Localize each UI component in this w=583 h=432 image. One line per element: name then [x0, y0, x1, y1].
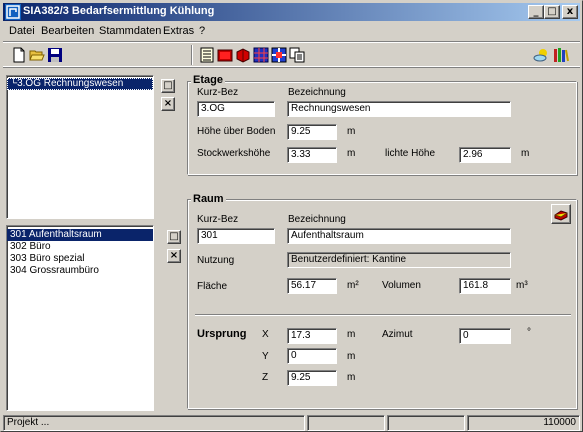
z-unit: m [347, 372, 356, 383]
toolbar [3, 41, 580, 67]
new-icon: □ [163, 80, 173, 91]
list-item[interactable]: └3.OG Rechnungswesen [7, 78, 153, 90]
raum-list[interactable]: 301 Aufenthaltsraum 302 Büro 303 Büro sp… [6, 225, 154, 411]
menu-stammdaten[interactable]: Stammdaten [99, 25, 161, 37]
delete-etage-button[interactable]: × [161, 97, 175, 111]
y-unit: m [347, 351, 356, 362]
stockwerk-input[interactable]: 3.33 [287, 147, 337, 163]
etagen-list[interactable]: └3.OG Rechnungswesen [6, 75, 154, 219]
lichte-label: lichte Höhe [385, 148, 436, 159]
books-icon[interactable] [553, 47, 569, 63]
delete-raum-button[interactable]: × [167, 249, 181, 263]
list-item[interactable]: 302 Büro [7, 241, 153, 253]
maximize-button[interactable]: □ [544, 5, 560, 19]
minimize-button[interactable]: _ [528, 5, 544, 19]
menu-bar: Datei Bearbeiten Stammdaten Extras ? [3, 22, 580, 40]
save-icon[interactable] [47, 47, 63, 63]
flaeche-unit: m² [347, 280, 359, 291]
y-label: Y [262, 351, 269, 362]
maximize-icon: □ [547, 6, 557, 17]
ursprung-label: Ursprung [197, 328, 247, 340]
raum-title: Raum [191, 193, 226, 205]
etage-kurzbez-label: Kurz-Bez [197, 87, 239, 98]
list-item[interactable]: 303 Büro spezial [7, 253, 153, 265]
new-etage-button[interactable]: □ [161, 79, 175, 93]
etage-bezeichnung-label: Bezeichnung [288, 87, 346, 98]
flaeche-label: Fläche [197, 281, 228, 292]
status-panel-empty [387, 415, 465, 431]
nutzung-label: Nutzung [197, 255, 235, 266]
grid-blue-icon[interactable] [253, 47, 269, 63]
open-folder-icon[interactable] [29, 47, 45, 63]
azimut-label: Azimut [382, 329, 413, 340]
z-label: Z [262, 372, 269, 383]
y-input[interactable]: 0 [287, 348, 337, 364]
lichte-input[interactable]: 2.96 [459, 147, 511, 163]
volumen-input[interactable]: 161.8 [459, 278, 511, 294]
stockwerk-unit: m [347, 148, 356, 159]
lichte-unit: m [521, 148, 530, 159]
eraser-icon [554, 210, 568, 221]
raum-kurzbez-label: Kurz-Bez [197, 214, 239, 225]
menu-extras[interactable]: Extras [163, 25, 194, 37]
delete-icon: × [163, 98, 173, 109]
building-red-icon[interactable] [217, 47, 233, 63]
title-bar[interactable]: SIA382/3 Bedarfsermittlung Kühlung _ □ x [3, 3, 580, 21]
menu-datei[interactable]: Datei [9, 25, 35, 37]
new-file-icon[interactable] [11, 47, 27, 63]
app-window: SIA382/3 Bedarfsermittlung Kühlung _ □ x… [0, 0, 583, 432]
app-icon[interactable] [5, 4, 21, 20]
stockwerk-label: Stockwerkshöhe [197, 148, 271, 159]
list-item[interactable]: 301 Aufenthaltsraum [7, 229, 153, 241]
status-panel-empty [307, 415, 385, 431]
close-button[interactable]: x [562, 5, 578, 19]
new-icon: □ [169, 231, 179, 242]
copy-icon[interactable] [289, 47, 305, 63]
etage-kurzbez-input[interactable]: 3.OG [197, 101, 275, 117]
volumen-label: Volumen [382, 280, 421, 291]
nutzung-display[interactable]: Benutzerdefiniert: Kantine [287, 252, 511, 268]
close-icon: x [566, 6, 574, 17]
room-red-icon[interactable] [235, 47, 251, 63]
etage-title: Etage [191, 74, 225, 86]
delete-icon: × [169, 250, 179, 261]
x-label: X [262, 329, 269, 340]
volumen-unit: m³ [516, 280, 528, 291]
hoehe-input[interactable]: 9.25 [287, 124, 337, 140]
divider [195, 314, 571, 316]
hoehe-unit: m [347, 126, 356, 137]
status-text: Projekt ... [3, 415, 305, 431]
window-title: SIA382/3 Bedarfsermittlung Kühlung [23, 5, 215, 17]
menu-bearbeiten[interactable]: Bearbeiten [41, 25, 94, 37]
raum-bezeichnung-input[interactable]: Aufenthaltsraum [287, 228, 511, 244]
x-unit: m [347, 329, 356, 340]
raum-kurzbez-input[interactable]: 301 [197, 228, 275, 244]
azimut-unit: ° [527, 327, 531, 338]
hoehe-label: Höhe über Boden [197, 126, 276, 137]
z-input[interactable]: 9.25 [287, 370, 337, 386]
weather-icon[interactable] [533, 47, 549, 63]
list-item[interactable]: 304 Grossraumbüro [7, 265, 153, 277]
flaeche-input[interactable]: 56.17 [287, 278, 337, 294]
azimut-input[interactable]: 0 [459, 328, 511, 344]
etage-bezeichnung-input[interactable]: Rechnungswesen [287, 101, 511, 117]
status-bar: Projekt ... 110000 [3, 414, 580, 431]
minimize-icon: _ [533, 6, 539, 17]
raum-edit-button[interactable] [551, 204, 571, 224]
x-input[interactable]: 17.3 [287, 328, 337, 344]
new-raum-button[interactable]: □ [167, 230, 181, 244]
window-icon[interactable] [271, 47, 287, 63]
menu-help[interactable]: ? [199, 25, 205, 37]
status-code: 110000 [467, 415, 580, 431]
raum-bezeichnung-label: Bezeichnung [288, 214, 346, 225]
list-view-icon[interactable] [199, 47, 215, 63]
